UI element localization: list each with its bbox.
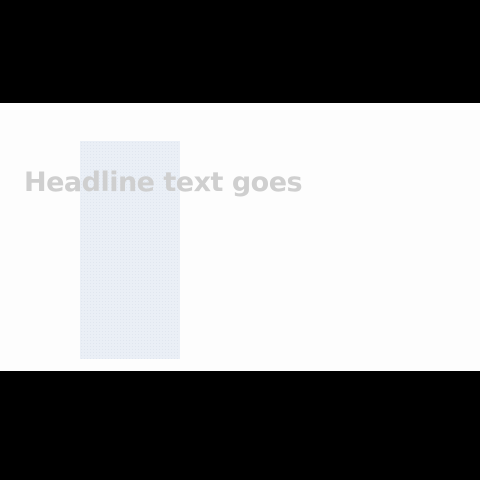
headline-text: Headline text goes xyxy=(24,167,303,198)
screen: Headline text goes xyxy=(0,0,480,480)
slide-canvas: Headline text goes xyxy=(0,103,480,371)
